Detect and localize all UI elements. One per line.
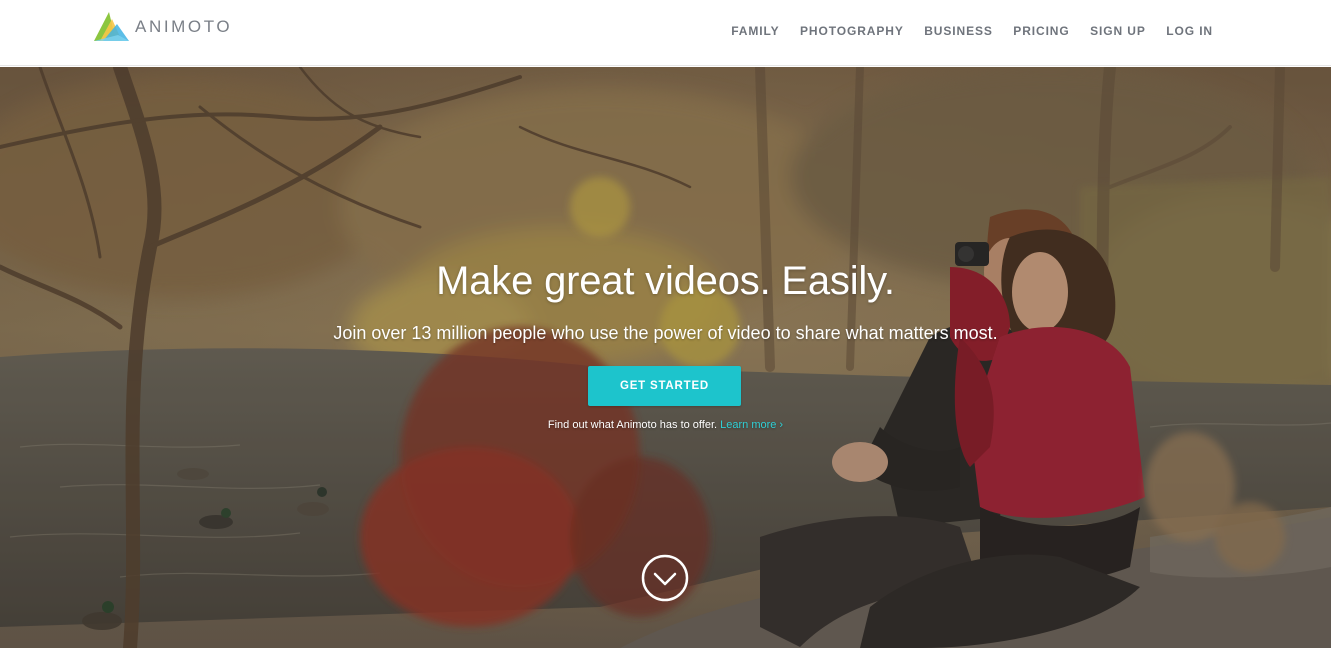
nav-item-business[interactable]: BUSINESS bbox=[924, 23, 993, 39]
nav-item-pricing[interactable]: PRICING bbox=[1013, 23, 1069, 39]
nav-item-photography[interactable]: PHOTOGRAPHY bbox=[800, 23, 904, 39]
logo-wordmark: ANIMOTO bbox=[135, 17, 233, 36]
hero-tagline: Find out what Animoto has to offer. Lear… bbox=[0, 419, 1331, 431]
animoto-logo-icon bbox=[94, 12, 129, 41]
get-started-button[interactable]: GET STARTED bbox=[588, 366, 741, 406]
site-header: ANIMOTO FAMILY PHOTOGRAPHY BUSINESS PRIC… bbox=[0, 0, 1331, 66]
nav-item-family[interactable]: FAMILY bbox=[731, 23, 779, 39]
logo[interactable]: ANIMOTO bbox=[92, 10, 232, 44]
tagline-text: Find out what Animoto has to offer. bbox=[547, 419, 718, 431]
learn-more-link[interactable]: Learn more › bbox=[720, 419, 783, 431]
hero-subhead: Join over 13 million people who use the … bbox=[333, 323, 998, 343]
main-nav: FAMILY PHOTOGRAPHY BUSINESS PRICING SIGN… bbox=[731, 23, 1213, 39]
nav-item-log-in[interactable]: LOG IN bbox=[1166, 23, 1213, 39]
nav-item-sign-up[interactable]: SIGN UP bbox=[1090, 23, 1146, 39]
chevron-down-circle-icon bbox=[641, 554, 689, 602]
hero-headline: Make great videos. Easily. bbox=[436, 259, 895, 303]
hero-section: Make great videos. Easily. Join over 13 … bbox=[0, 67, 1331, 648]
scroll-down-button[interactable] bbox=[641, 554, 689, 602]
